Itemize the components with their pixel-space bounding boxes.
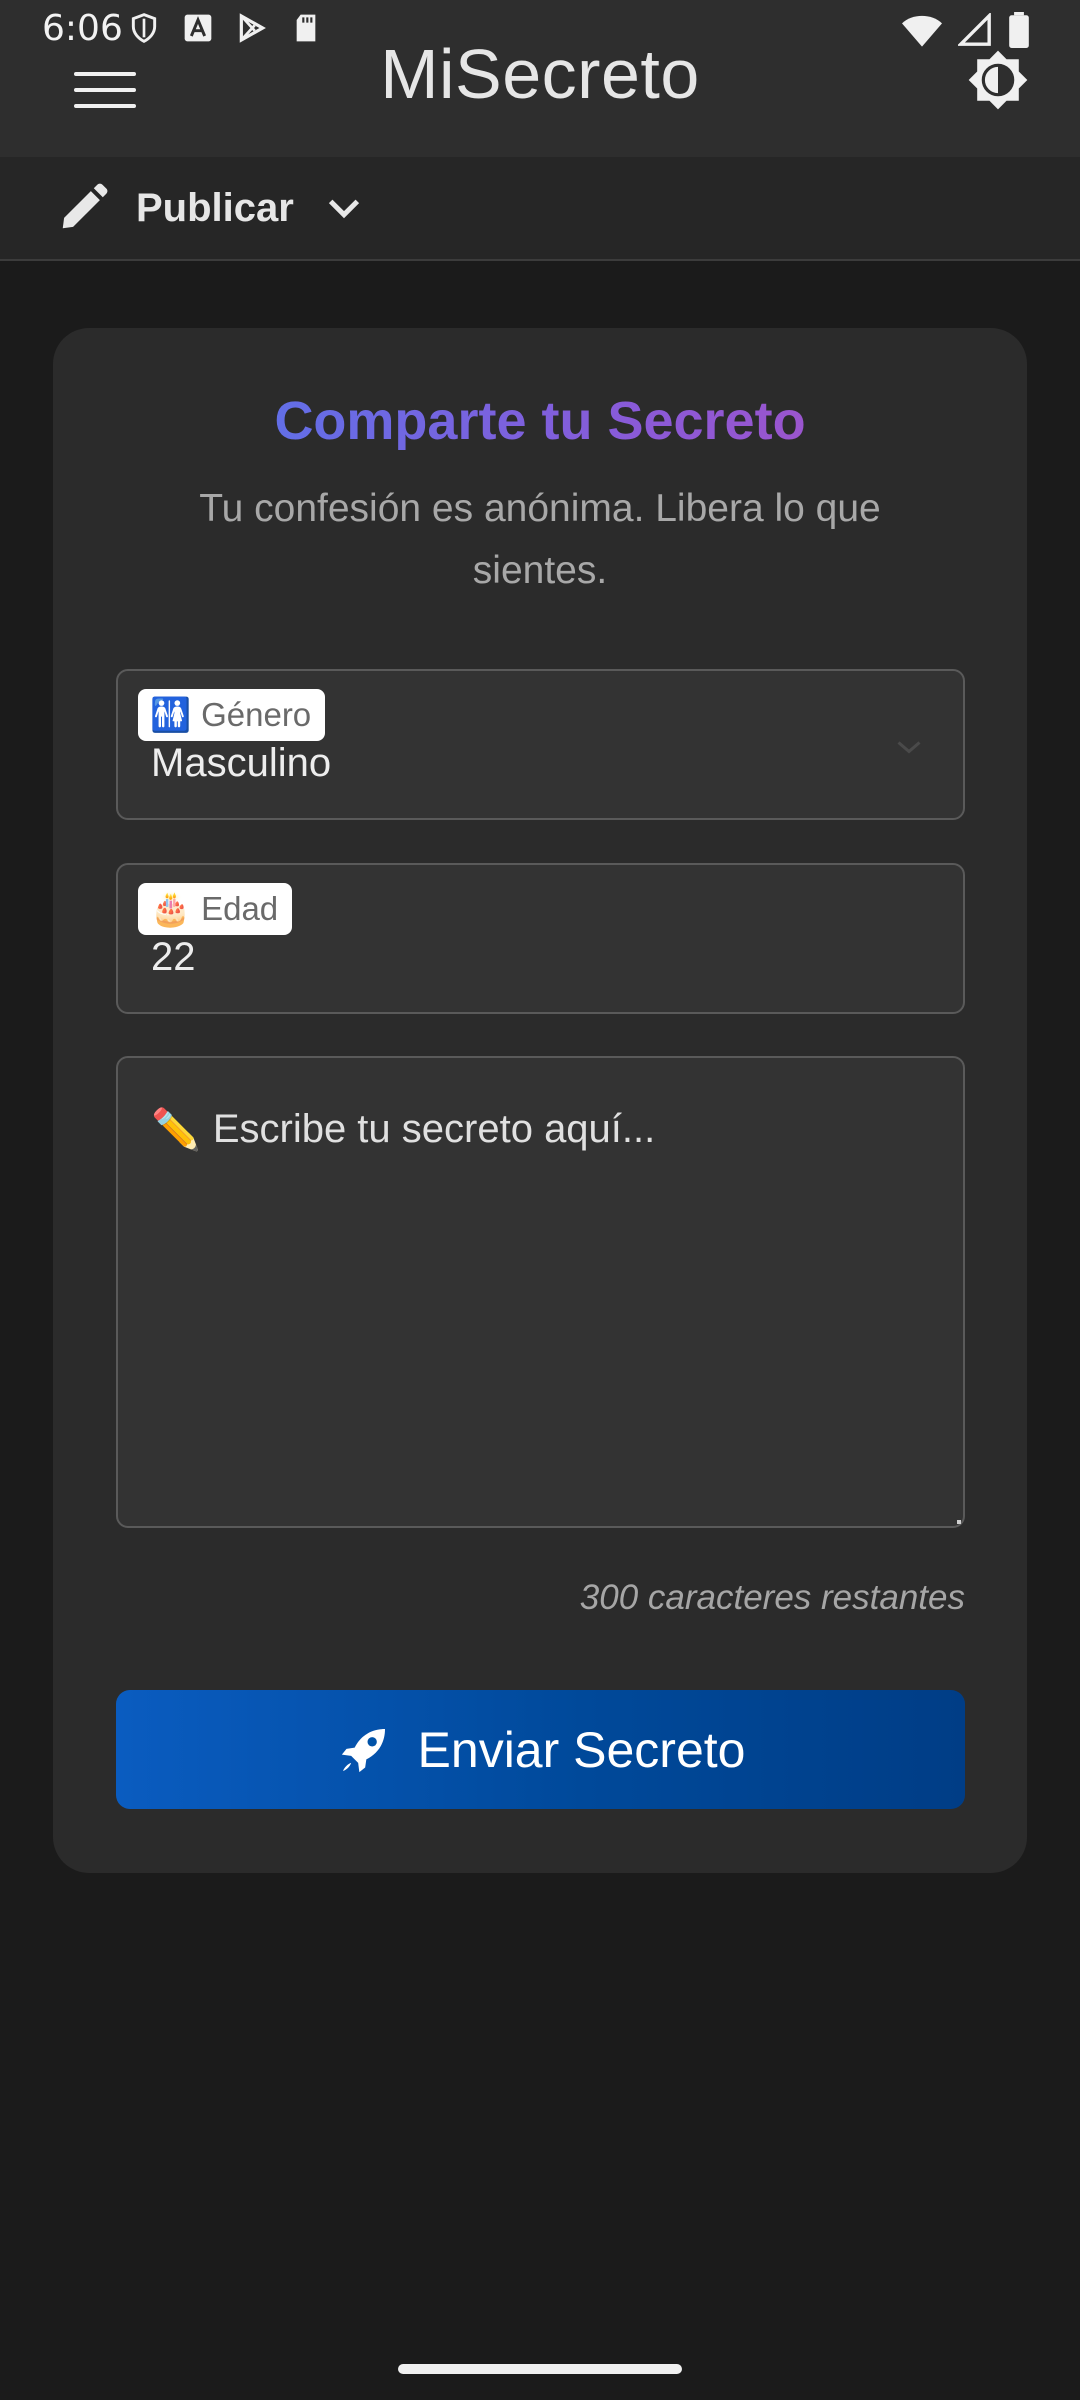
gender-label: Género [201, 696, 312, 733]
secret-form-card: Comparte tu Secreto Tu confesión es anón… [53, 328, 1027, 1873]
send-secret-label: Enviar Secreto [417, 1721, 746, 1778]
gender-value: Masculino [151, 741, 332, 785]
pencil-emoji-icon: ✏️ [151, 1108, 201, 1152]
gender-select[interactable]: 🚻 Género Masculino [116, 669, 965, 820]
restroom-icon: 🚻 [150, 695, 192, 733]
send-secret-button[interactable]: Enviar Secreto [116, 1690, 965, 1809]
home-gesture-bar[interactable] [398, 2364, 682, 2374]
pencil-icon [62, 183, 108, 229]
form-subtitle: Tu confesión es anónima. Libera lo que s… [199, 487, 881, 592]
cake-icon: 🎂 [150, 889, 192, 927]
publish-menu[interactable]: Publicar [0, 157, 1080, 261]
age-label-chip: 🎂 Edad [138, 883, 293, 935]
gender-label-chip: 🚻 Género [138, 689, 326, 741]
form-title: Comparte tu Secreto [53, 390, 1027, 452]
age-field[interactable]: 🎂 Edad 22 [116, 863, 965, 1014]
rocket-icon [341, 1728, 385, 1772]
app-title: MiSecreto [380, 35, 700, 113]
age-label: Edad [201, 890, 279, 927]
resize-handle[interactable] [957, 1520, 961, 1524]
character-counter: 300 caracteres restantes [579, 1578, 965, 1617]
chevron-down-icon [328, 199, 359, 219]
secret-textarea[interactable]: ✏️ Escribe tu secreto aquí... [116, 1056, 965, 1528]
age-value: 22 [151, 935, 196, 979]
secret-placeholder-text: Escribe tu secreto aquí... [212, 1107, 656, 1151]
publish-label: Publicar [136, 185, 294, 230]
app-bar: 6:06 MiSecreto [0, 0, 1080, 157]
brightness-icon[interactable] [966, 48, 1030, 112]
chevron-down-icon [897, 741, 921, 754]
secret-placeholder: ✏️ Escribe tu secreto aquí... [151, 1106, 655, 1153]
